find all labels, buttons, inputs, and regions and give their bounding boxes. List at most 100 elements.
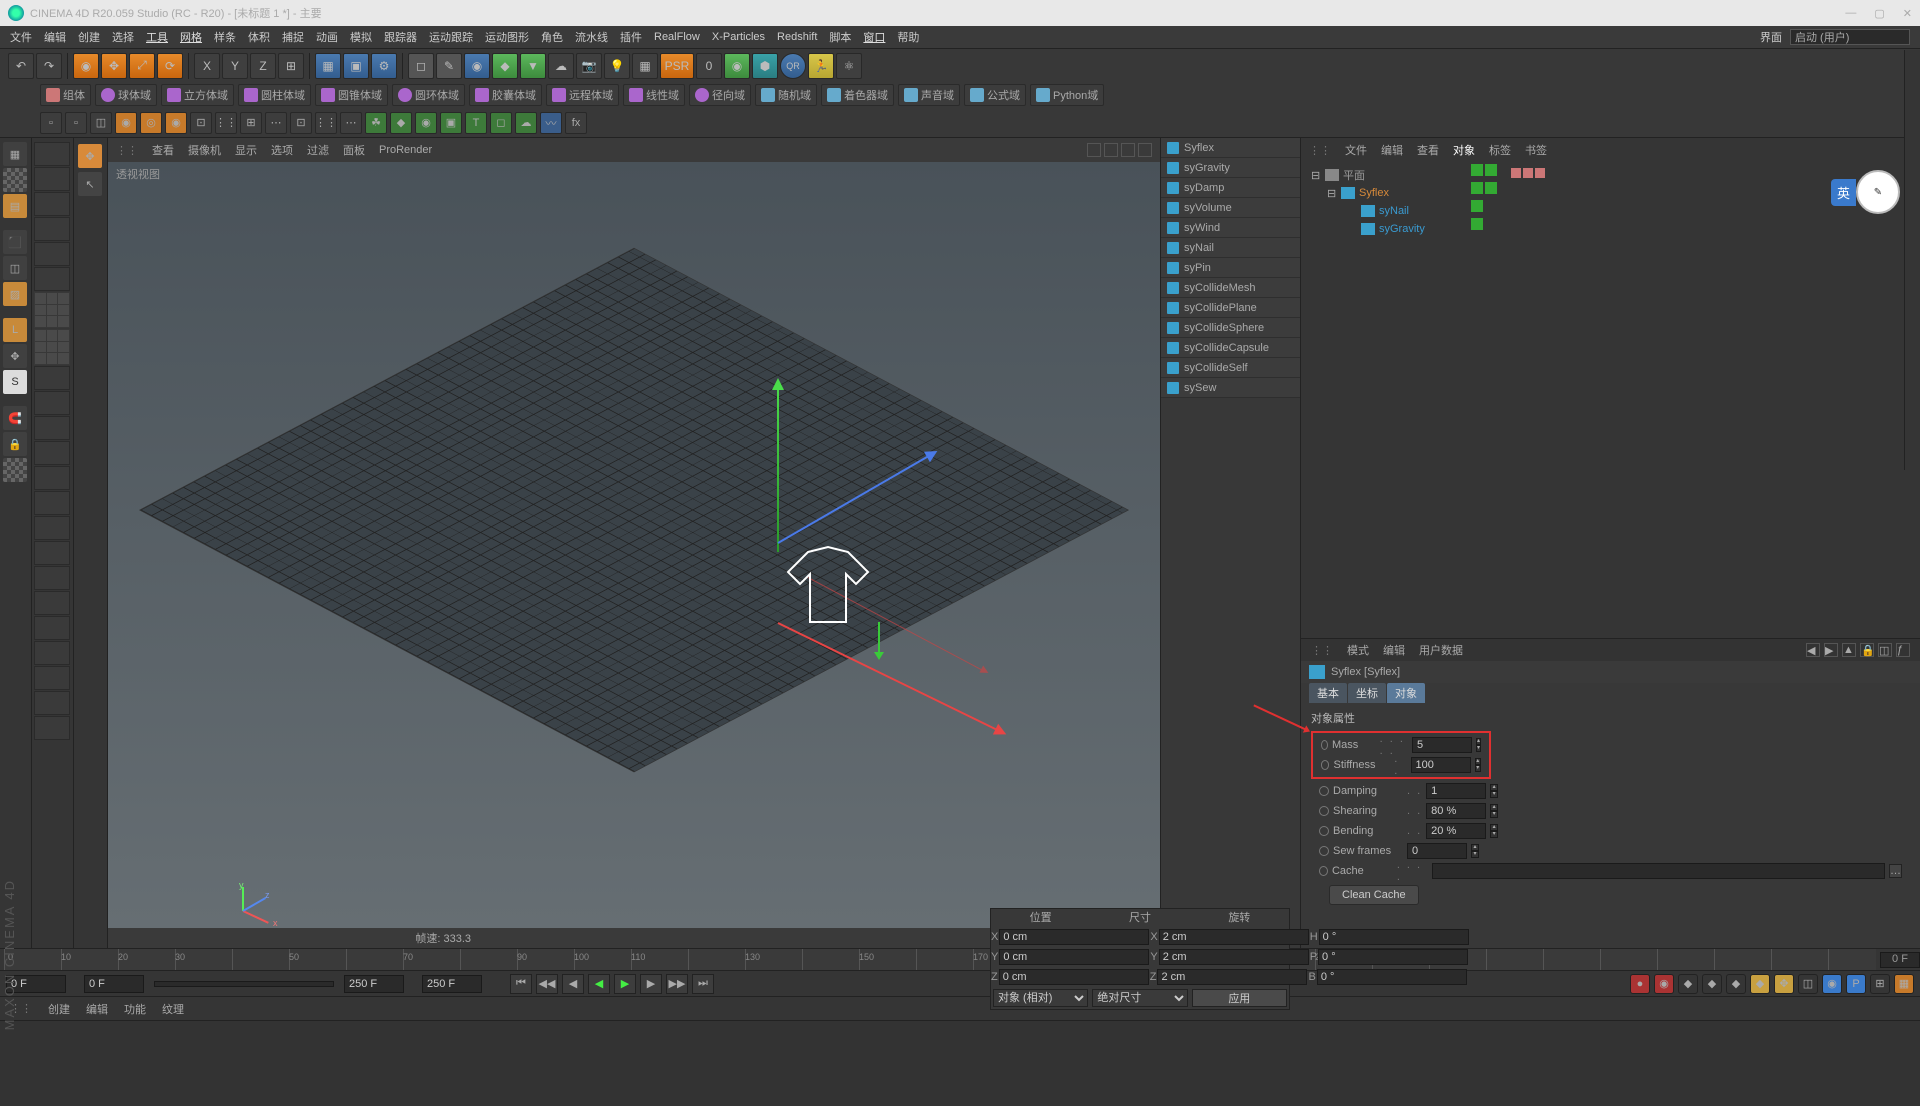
syflex-cmd-sew[interactable]: sySew <box>1161 378 1300 398</box>
ime-indicator[interactable]: 英 ✎ <box>1831 170 1900 214</box>
z-axis-lock[interactable]: Z <box>250 53 276 79</box>
snap-2[interactable] <box>34 167 70 191</box>
syflex-cmd-syflex[interactable]: Syflex <box>1161 138 1300 158</box>
om-tab-tags[interactable]: 标签 <box>1489 142 1511 158</box>
random-field-button[interactable]: 随机域 <box>755 84 817 106</box>
shader-field-button[interactable]: 着色器域 <box>821 84 894 106</box>
vp-nav-2[interactable] <box>1104 143 1118 157</box>
move-tool-icon[interactable]: ✥ <box>101 53 127 79</box>
mat-tab-texture[interactable]: 纹理 <box>162 1001 184 1017</box>
misc-btn-13[interactable]: ⋯ <box>340 112 362 134</box>
psr-button[interactable]: PSR <box>660 53 694 79</box>
snap-13[interactable] <box>34 516 70 540</box>
misc-btn-19[interactable]: ◻ <box>490 112 512 134</box>
spline-pen-icon[interactable]: ✎ <box>436 53 462 79</box>
snap-18[interactable] <box>34 641 70 665</box>
snap-16[interactable] <box>34 591 70 615</box>
syflex-cmd-collidecapsule[interactable]: syCollideCapsule <box>1161 338 1300 358</box>
snap-1[interactable] <box>34 142 70 166</box>
range-end-input[interactable] <box>344 975 404 993</box>
subtab-coord[interactable]: 坐标 <box>1348 683 1386 703</box>
render-settings-icon[interactable]: ⚙ <box>371 53 397 79</box>
sound-field-button[interactable]: 声音域 <box>898 84 960 106</box>
key-pla-button[interactable]: ✥ <box>1774 974 1794 994</box>
camera-icon[interactable]: 📷 <box>576 53 602 79</box>
menu-pipeline[interactable]: 流水线 <box>575 29 608 45</box>
attr-nav-lock[interactable]: 🔒 <box>1860 643 1874 657</box>
menu-create[interactable]: 创建 <box>78 29 100 45</box>
snap-12[interactable] <box>34 491 70 515</box>
apply-button[interactable]: 应用 <box>1192 989 1287 1007</box>
snap-6[interactable] <box>34 267 70 291</box>
capsule-field-button[interactable]: 胶囊体域 <box>469 84 542 106</box>
x-axis-lock[interactable]: X <box>194 53 220 79</box>
field-icon[interactable]: ▦ <box>632 53 658 79</box>
attr-tab-mode[interactable]: 模式 <box>1347 642 1369 658</box>
shearing-input[interactable] <box>1426 803 1486 819</box>
vp-nav-4[interactable] <box>1138 143 1152 157</box>
vp-menu-display[interactable]: 显示 <box>235 142 257 158</box>
primitive-cube-icon[interactable]: ◻ <box>408 53 434 79</box>
snap-3[interactable] <box>34 192 70 216</box>
play-back-button[interactable]: ◀ <box>588 974 610 994</box>
nurbs-icon[interactable]: ◉ <box>464 53 490 79</box>
vp-menu-view[interactable]: 查看 <box>152 142 174 158</box>
misc-btn-11[interactable]: ⊡ <box>290 112 312 134</box>
menu-plugins[interactable]: 插件 <box>620 29 642 45</box>
menu-help[interactable]: 帮助 <box>897 29 919 45</box>
snap-grid-2[interactable] <box>34 329 70 365</box>
misc-btn-17[interactable]: ▣ <box>440 112 462 134</box>
om-tab-objects[interactable]: 对象 <box>1453 142 1475 158</box>
coord-mode-select[interactable]: 对象 (相对) <box>993 989 1088 1007</box>
menu-redshift[interactable]: Redshift <box>777 31 817 43</box>
y-axis-lock[interactable]: Y <box>222 53 248 79</box>
qr-icon[interactable]: QR <box>780 53 806 79</box>
step-back-button[interactable]: ◀◀ <box>536 974 558 994</box>
om-tab-bookmarks[interactable]: 书签 <box>1525 142 1547 158</box>
vp-nav-3[interactable] <box>1121 143 1135 157</box>
cone-field-button[interactable]: 圆锥体域 <box>315 84 388 106</box>
maximize-button[interactable]: ▢ <box>1874 7 1884 20</box>
move-gizmo-icon[interactable]: ✥ <box>78 144 102 168</box>
bending-input[interactable] <box>1426 823 1486 839</box>
misc-btn-7[interactable]: ⊡ <box>190 112 212 134</box>
snap-4[interactable] <box>34 217 70 241</box>
menu-select[interactable]: 选择 <box>112 29 134 45</box>
menu-mograph[interactable]: 运动图形 <box>485 29 529 45</box>
om-tab-view[interactable]: 查看 <box>1417 142 1439 158</box>
attr-tab-edit[interactable]: 编辑 <box>1383 642 1405 658</box>
syflex-cmd-volume[interactable]: syVolume <box>1161 198 1300 218</box>
snap-grid-1[interactable] <box>34 292 70 328</box>
syflex-cmd-gravity[interactable]: syGravity <box>1161 158 1300 178</box>
radial-field-button[interactable]: 径向域 <box>689 84 751 106</box>
snap-17[interactable] <box>34 616 70 640</box>
tree-row-sygravity[interactable]: syGravity <box>1301 220 1920 238</box>
environment-icon[interactable]: ☁ <box>548 53 574 79</box>
size-z-input[interactable] <box>1157 969 1307 985</box>
key-param-button[interactable]: ◆ <box>1750 974 1770 994</box>
points-mode-icon[interactable]: ⬛ <box>3 230 27 254</box>
syflex-cmd-wind[interactable]: syWind <box>1161 218 1300 238</box>
snap-7[interactable] <box>34 366 70 390</box>
rot-p-input[interactable] <box>1318 949 1468 965</box>
checker-icon[interactable] <box>3 458 27 482</box>
menu-spline[interactable]: 样条 <box>214 29 236 45</box>
om-tab-file[interactable]: 文件 <box>1345 142 1367 158</box>
misc-btn-2[interactable]: ▫ <box>65 112 87 134</box>
close-button[interactable]: ✕ <box>1903 7 1912 20</box>
menu-script[interactable]: 脚本 <box>829 29 851 45</box>
tree-row-synail[interactable]: syNail <box>1301 202 1920 220</box>
cache-browse-button[interactable]: … <box>1889 864 1902 878</box>
volume-icon[interactable]: ◉ <box>724 53 750 79</box>
dynamics-icon[interactable]: ⚛ <box>836 53 862 79</box>
om-tab-edit[interactable]: 编辑 <box>1381 142 1403 158</box>
step-fwd-button[interactable]: ▶▶ <box>666 974 688 994</box>
generator-icon[interactable]: ◆ <box>492 53 518 79</box>
cursor-icon[interactable]: ↖ <box>78 172 102 196</box>
menu-file[interactable]: 文件 <box>10 29 32 45</box>
light-icon[interactable]: 💡 <box>604 53 630 79</box>
motion-button[interactable]: ◉ <box>1822 974 1842 994</box>
misc-btn-3[interactable]: ◫ <box>90 112 112 134</box>
render-view-icon[interactable]: ▦ <box>315 53 341 79</box>
syflex-cmd-collideself[interactable]: syCollideSelf <box>1161 358 1300 378</box>
